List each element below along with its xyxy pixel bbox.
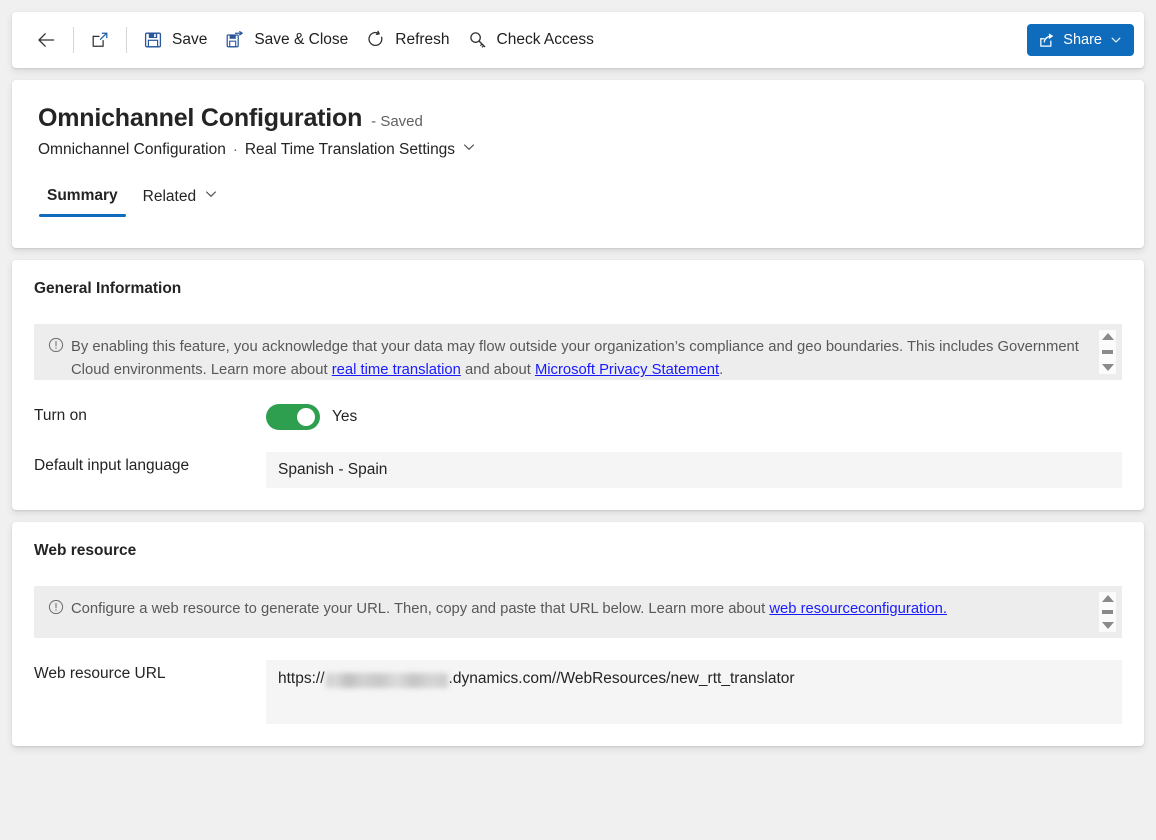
form-tabs: Summary Related [38, 181, 1118, 218]
real-time-translation-link[interactable]: real time translation [332, 362, 461, 378]
web-resource-url-value: https:// .dynamics.com//WebResources/new_… [278, 670, 795, 688]
web-resource-url-input[interactable]: https:// .dynamics.com//WebResources/new_… [266, 660, 1122, 724]
turn-on-value: Yes [332, 408, 357, 426]
turn-on-toggle[interactable] [266, 404, 320, 430]
web-resource-card: Web resource Configure a web resource to… [12, 522, 1144, 746]
url-prefix: https:// [278, 670, 325, 688]
chevron-down-icon [1110, 34, 1122, 46]
scroll-down-arrow-icon[interactable] [1102, 364, 1114, 371]
url-suffix: .dynamics.com//WebResources/new_rtt_tran… [449, 670, 795, 688]
share-button-label: Share [1063, 32, 1102, 48]
title-row: Omnichannel Configuration - Saved [38, 104, 1118, 133]
command-bar-right-group: Share [1027, 24, 1134, 56]
general-information-notification-text: By enabling this feature, you acknowledg… [71, 336, 1082, 380]
chevron-down-icon [204, 187, 218, 206]
tab-summary-label: Summary [47, 187, 118, 205]
check-access-button[interactable]: Check Access [459, 21, 603, 59]
popout-icon [90, 30, 110, 50]
notification-scrollbar[interactable] [1099, 592, 1116, 632]
microsoft-privacy-statement-link[interactable]: Microsoft Privacy Statement [535, 362, 719, 378]
toggle-knob [297, 408, 315, 426]
default-input-language-label: Default input language [34, 452, 266, 475]
save-disk-icon [143, 30, 163, 50]
turn-on-field-row: Turn on Yes [34, 402, 1122, 430]
web-resource-notification-line1: Configure a web resource to generate you… [71, 601, 769, 617]
default-input-language-control: Spanish - Spain [266, 452, 1122, 488]
turn-on-label: Turn on [34, 402, 266, 425]
breadcrumb-separator: · [233, 141, 238, 158]
default-input-language-value: Spanish - Spain [278, 461, 387, 479]
scrollbar-thumb[interactable] [1102, 610, 1113, 614]
general-information-notification: By enabling this feature, you acknowledg… [34, 324, 1122, 380]
record-header-card: Omnichannel Configuration - Saved Omnich… [12, 80, 1144, 248]
open-in-new-window-button[interactable] [81, 21, 119, 59]
chevron-down-icon [462, 140, 476, 159]
general-information-title: General Information [34, 280, 1122, 298]
notification-line2-suffix: . [719, 362, 723, 378]
check-access-button-label: Check Access [497, 31, 594, 49]
save-state-text: - Saved [371, 113, 423, 130]
web-resource-url-field-row: Web resource URL https:// .dynamics.com//… [34, 660, 1122, 724]
save-and-close-button[interactable]: Save & Close [216, 21, 357, 59]
back-button[interactable] [26, 21, 66, 59]
web-resource-notification-text: Configure a web resource to generate you… [71, 598, 947, 621]
command-bar: Save Save & Close [12, 12, 1144, 68]
key-magnifier-icon [468, 30, 488, 50]
notification-line2-middle: and about [461, 362, 535, 378]
save-button-label: Save [172, 31, 207, 49]
info-circle-icon [48, 599, 64, 620]
refresh-button-label: Refresh [395, 31, 449, 49]
arrow-left-icon [35, 29, 57, 51]
breadcrumb: Omnichannel Configuration · Real Time Tr… [38, 140, 1118, 159]
web-resource-title: Web resource [34, 542, 1122, 560]
default-input-language-field-row: Default input language Spanish - Spain [34, 452, 1122, 488]
page-title: Omnichannel Configuration [38, 104, 362, 133]
tab-summary[interactable]: Summary [38, 181, 127, 217]
share-button[interactable]: Share [1027, 24, 1134, 56]
general-information-card: General Information By enabling this fea… [12, 260, 1144, 510]
scroll-down-arrow-icon[interactable] [1102, 622, 1114, 629]
tab-related[interactable]: Related [134, 181, 227, 218]
breadcrumb-current-form-selector[interactable]: Real Time Translation Settings [245, 140, 476, 159]
scroll-up-arrow-icon[interactable] [1102, 333, 1114, 340]
app-page: Save Save & Close [0, 0, 1156, 840]
web-resource-notification: Configure a web resource to generate you… [34, 586, 1122, 638]
notification-scrollbar[interactable] [1099, 330, 1116, 374]
save-and-close-button-label: Save & Close [254, 31, 348, 49]
web-resource-url-control: https:// .dynamics.com//WebResources/new_… [266, 660, 1122, 724]
web-resource-configuration-link-continued[interactable]: configuration. [858, 601, 947, 617]
scroll-up-arrow-icon[interactable] [1102, 595, 1114, 602]
notification-line1: By enabling this feature, you acknowledg… [71, 339, 903, 355]
breadcrumb-parent[interactable]: Omnichannel Configuration [38, 141, 226, 159]
breadcrumb-current-label: Real Time Translation Settings [245, 141, 455, 159]
web-resource-url-label: Web resource URL [34, 660, 266, 683]
save-button[interactable]: Save [134, 21, 216, 59]
redacted-org-name [326, 673, 448, 688]
refresh-button[interactable]: Refresh [357, 21, 458, 59]
web-resource-configuration-link[interactable]: web resource [769, 601, 858, 617]
tab-related-label: Related [143, 188, 196, 206]
command-bar-divider-1 [73, 27, 74, 53]
turn-on-toggle-wrap: Yes [266, 402, 1122, 430]
refresh-icon [366, 30, 386, 50]
share-icon [1038, 32, 1055, 49]
command-bar-divider-2 [126, 27, 127, 53]
save-and-close-icon [225, 30, 245, 50]
command-bar-left-group: Save Save & Close [26, 12, 603, 68]
info-circle-icon [48, 337, 64, 358]
turn-on-control: Yes [266, 402, 1122, 430]
default-input-language-input[interactable]: Spanish - Spain [266, 452, 1122, 488]
scrollbar-thumb[interactable] [1102, 350, 1113, 354]
